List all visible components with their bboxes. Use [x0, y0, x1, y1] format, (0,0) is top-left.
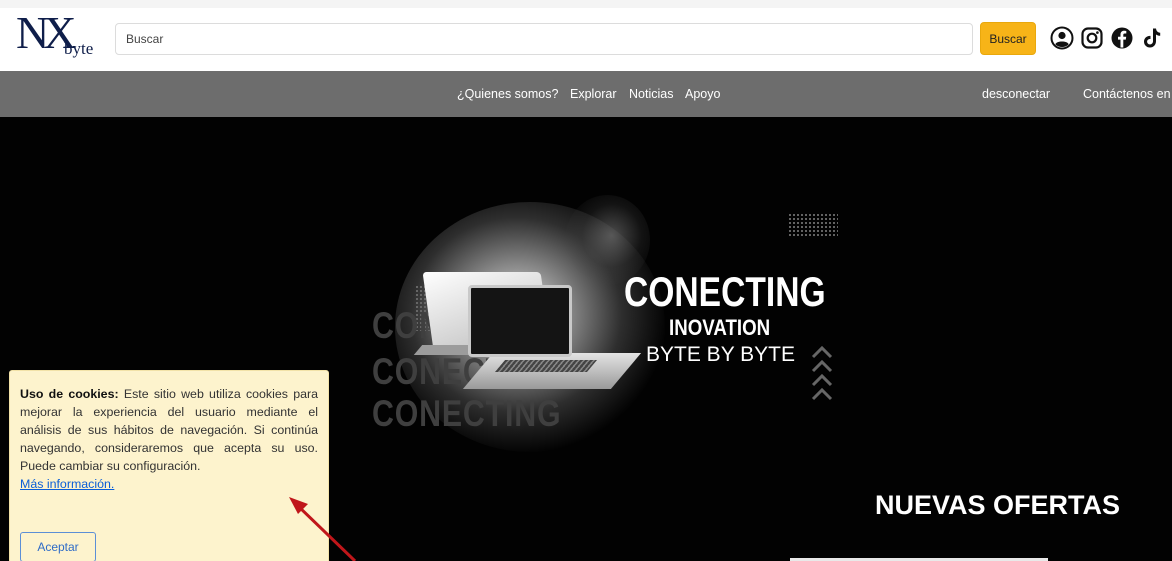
- laptop-keyboard: [494, 360, 598, 372]
- hero-ghost-text: CONECTING: [372, 393, 562, 434]
- nav-item-desconectar[interactable]: desconectar: [982, 87, 1050, 101]
- hero-title: CONECTING: [624, 268, 826, 315]
- nav-item-apoyo[interactable]: Apoyo: [685, 87, 720, 101]
- facebook-icon[interactable]: [1109, 25, 1135, 51]
- hero-subtitle: INOVATION: [669, 315, 771, 340]
- chevrons-up-icon: [811, 345, 833, 401]
- search-input[interactable]: [115, 23, 973, 55]
- social-icons: [1049, 25, 1165, 51]
- laptop-front-image: [468, 285, 572, 357]
- header: NX byte Buscar: [0, 0, 1172, 71]
- dot-pattern: [788, 213, 838, 237]
- site-logo[interactable]: NX byte: [16, 7, 96, 68]
- nav-item-contactenos[interactable]: Contáctenos en: [1083, 87, 1171, 101]
- nav-item-explorar[interactable]: Explorar: [570, 87, 617, 101]
- logo-sub-text: byte: [64, 39, 94, 58]
- main-nav: ¿Quienes somos? Explorar Noticias Apoyo …: [0, 71, 1172, 117]
- search-button[interactable]: Buscar: [980, 22, 1036, 55]
- section-title-offers: NUEVAS OFERTAS: [875, 490, 1121, 520]
- cookie-more-info-link[interactable]: Más información.: [20, 475, 318, 493]
- nav-item-quienes-somos[interactable]: ¿Quienes somos?: [457, 87, 558, 101]
- tiktok-icon[interactable]: [1139, 25, 1165, 51]
- nav-item-noticias[interactable]: Noticias: [629, 87, 673, 101]
- cookie-heading: Uso de cookies:: [20, 387, 119, 401]
- cookie-notice: Uso de cookies: Este sitio web utiliza c…: [9, 370, 329, 561]
- hero-tagline: BYTE BY BYTE: [646, 343, 795, 366]
- logo-main-text: NX: [16, 7, 77, 58]
- page: NX byte Buscar ¿Quienes somos? Explorar …: [0, 0, 1172, 561]
- cookie-accept-button[interactable]: Aceptar: [20, 532, 96, 561]
- instagram-icon[interactable]: [1079, 25, 1105, 51]
- user-circle-icon[interactable]: [1049, 25, 1075, 51]
- cookie-text: Uso de cookies: Este sitio web utiliza c…: [20, 385, 318, 475]
